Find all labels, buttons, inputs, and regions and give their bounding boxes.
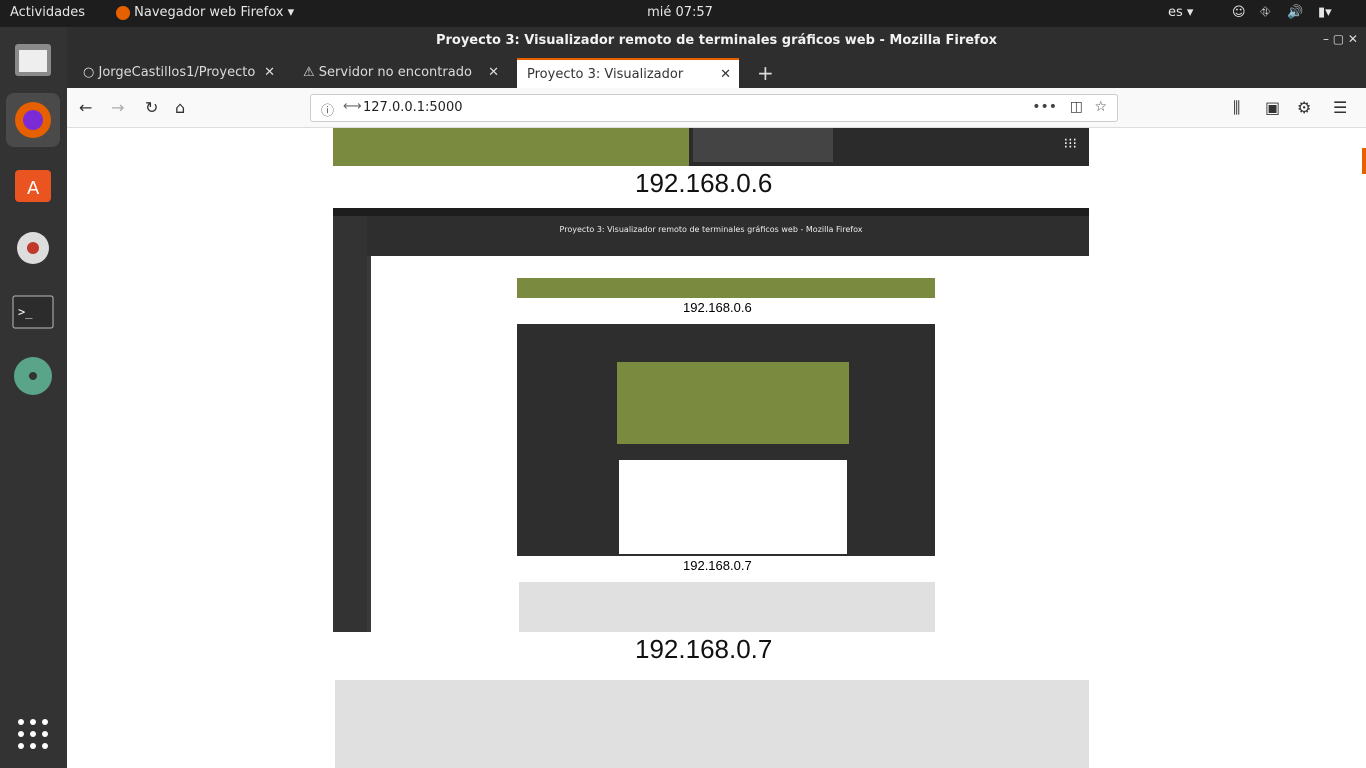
url-text: 127.0.0.1:5000 [363,100,463,115]
svg-text:A: A [27,178,40,199]
activities-button[interactable]: Actividades [10,5,85,20]
nested-ip-label: 192.168.0.6 [683,300,752,315]
tab-proyecto[interactable]: Proyecto 3: Visualizador ✕ [517,58,739,88]
page-actions-icon[interactable]: ••• [1032,99,1057,115]
forward-icon[interactable]: → [111,98,124,118]
library-icon[interactable]: ⫼ [1233,98,1240,118]
scrollbar[interactable] [1362,148,1366,174]
volume-icon[interactable]: 🔊 [1287,5,1303,20]
clock[interactable]: mié 07:57 [640,5,720,20]
page-content: ⁝⁝⁝ 192.168.0.6 Proyecto 3: Visualizador… [67,128,1366,768]
terminal-icon: >_ [12,295,54,329]
settings-button[interactable] [6,221,60,275]
navigation-bar: ← → ↻ ⌂ ⓘ ⟷ 127.0.0.1:5000 ••• ◫ ☆ ⫼ ▣ ⚙… [67,88,1366,128]
accessibility-icon[interactable]: ☺ [1232,5,1246,20]
pocket-icon[interactable]: ◫ [1070,99,1083,115]
dock: A >_ [0,27,67,768]
close-icon[interactable]: ✕ [488,58,499,88]
warning-icon: ⚠ [303,65,315,80]
info-icon[interactable]: ⓘ [321,100,334,119]
software-icon: A [15,170,51,202]
disk-icon [14,357,52,395]
close-icon[interactable]: ✕ [720,60,731,88]
new-tab-button[interactable]: + [747,58,777,88]
nested-ip-label: 192.168.0.7 [683,558,752,573]
files-button[interactable] [6,33,60,87]
tab-server-not-found[interactable]: ⚠ Servidor no encontrado ✕ [293,58,507,88]
site-icon: ⟷ [343,99,362,114]
remote-screen[interactable]: Proyecto 3: Visualizador remoto de termi… [333,208,1089,632]
home-icon[interactable]: ⌂ [175,98,185,118]
sidebar-icon[interactable]: ▣ [1265,98,1280,118]
disk-button[interactable] [6,349,60,403]
reload-icon[interactable]: ↻ [145,98,158,118]
extension-icon[interactable]: ⚙ [1297,98,1311,118]
back-icon[interactable]: ← [79,98,92,118]
url-bar[interactable]: ⓘ ⟷ 127.0.0.1:5000 ••• ◫ ☆ [310,94,1118,122]
firefox-window: Proyecto 3: Visualizador remoto de termi… [67,27,1366,768]
tab-github[interactable]: ○ JorgeCastillos1/Proyecto ✕ [73,58,283,88]
window-controls[interactable]: – ▢ ✕ [1323,32,1358,46]
terminal-button[interactable]: >_ [6,285,60,339]
github-icon: ○ [83,65,95,80]
firefox-small-icon [116,5,130,20]
ip-label: 192.168.0.7 [635,634,773,664]
screen-thumbnail-top[interactable]: ⁝⁝⁝ [333,128,1089,166]
firefox-icon [15,102,51,138]
tab-bar: ○ JorgeCastillos1/Proyecto ✕ ⚠ Servidor … [67,55,1366,88]
app-grid-icon [18,719,48,749]
screen-placeholder[interactable] [335,680,1089,768]
window-title: Proyecto 3: Visualizador remoto de termi… [67,27,1366,55]
settings-icon [17,232,49,264]
battery-icon[interactable]: ▮▾ [1318,5,1332,20]
top-bar: Actividades Navegador web Firefox ▾ mié … [0,0,1366,27]
close-icon[interactable]: ✕ [264,58,275,88]
app-menu[interactable]: Navegador web Firefox ▾ [116,5,294,20]
svg-text:>_: >_ [18,305,33,319]
files-icon [15,44,51,76]
language-indicator[interactable]: es ▾ [1168,5,1193,20]
app-grid-icon: ⁝⁝⁝ [1063,136,1077,152]
ip-label: 192.168.0.6 [635,168,773,198]
network-icon[interactable]: ⛗ [1260,5,1270,20]
bookmark-star-icon[interactable]: ☆ [1094,99,1107,115]
software-button[interactable]: A [6,157,60,211]
nested-window-title: Proyecto 3: Visualizador remoto de termi… [333,216,1089,256]
menu-icon[interactable]: ☰ [1333,98,1347,118]
app-grid-button[interactable] [6,707,60,761]
firefox-button[interactable] [6,93,60,147]
